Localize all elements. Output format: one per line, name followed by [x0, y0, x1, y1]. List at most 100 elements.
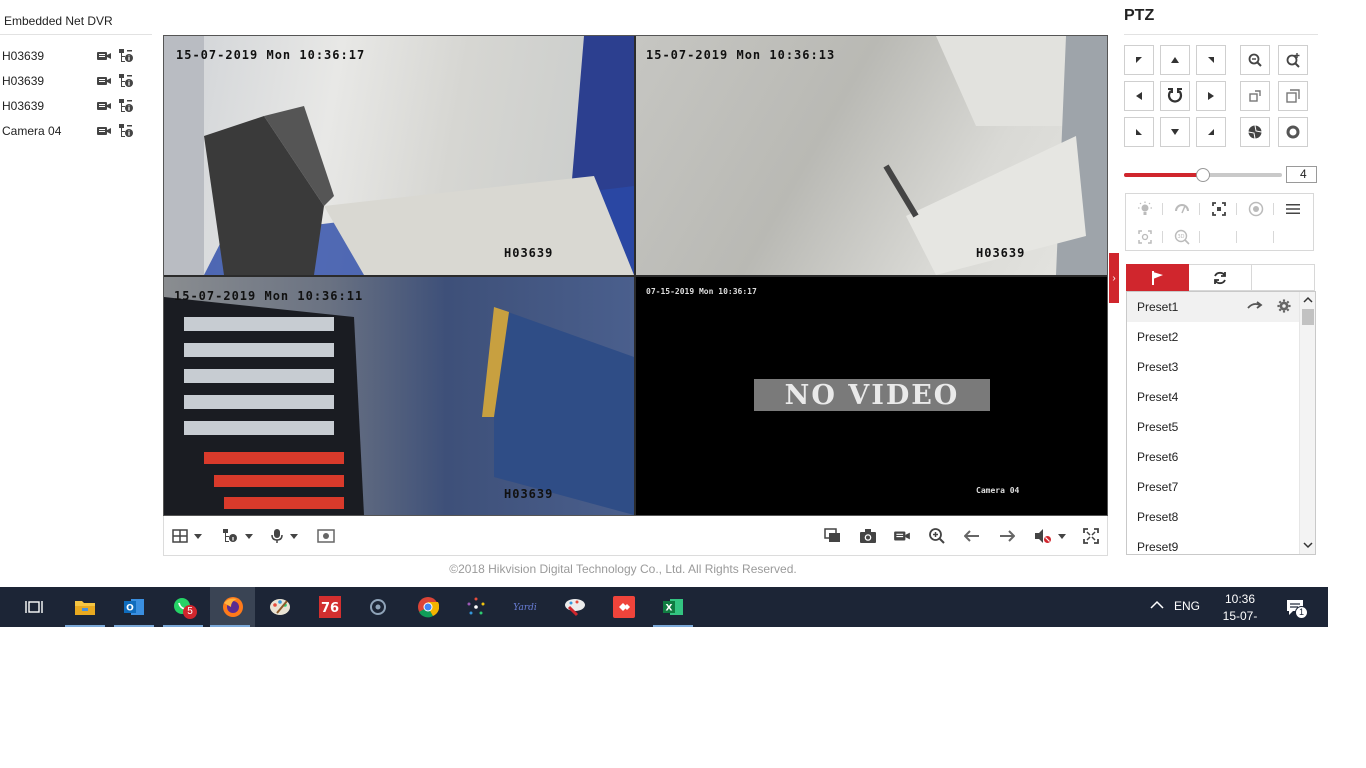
- focus-near-icon: [1249, 90, 1261, 102]
- taskbar-chrome[interactable]: [408, 587, 448, 627]
- ptz-down-left-button[interactable]: [1124, 117, 1154, 147]
- wiper-button[interactable]: [1163, 195, 1200, 223]
- taskbar-paint[interactable]: [260, 587, 300, 627]
- camera-name: H03639: [2, 73, 45, 88]
- osd-camera-name: H03639: [976, 246, 1026, 260]
- manual-tracking-button[interactable]: [1126, 223, 1163, 251]
- chevron-down-icon[interactable]: [1303, 540, 1313, 550]
- previous-page-button[interactable]: [964, 526, 980, 546]
- task-view-button[interactable]: [14, 587, 54, 627]
- digital-zoom-button[interactable]: [928, 526, 946, 546]
- call-preset-icon[interactable]: [1247, 299, 1263, 313]
- video-tile-4[interactable]: 07-15-2019 Mon 10:36:17 NO VIDEO Camera …: [636, 277, 1107, 515]
- taskbar-paint-brush-app[interactable]: [555, 587, 595, 627]
- input-language[interactable]: ENG: [1174, 599, 1200, 613]
- ptz-speed-slider[interactable]: [1124, 168, 1282, 182]
- show-hidden-icons-button[interactable]: [1150, 599, 1164, 613]
- slider-thumb[interactable]: [1196, 168, 1210, 182]
- taskbar-file-explorer[interactable]: [65, 587, 105, 627]
- ptz-down-button[interactable]: [1160, 117, 1190, 147]
- iris-open-button[interactable]: [1278, 117, 1308, 147]
- taskbar-yardi-app[interactable]: Yardi: [505, 587, 545, 627]
- tab-pattern[interactable]: [1252, 264, 1315, 291]
- ptz-up-button[interactable]: [1160, 45, 1190, 75]
- record-button[interactable]: [893, 526, 911, 546]
- tab-preset[interactable]: [1126, 264, 1189, 291]
- focus-far-button[interactable]: [1278, 81, 1308, 111]
- taskbar-anydesk[interactable]: [604, 587, 644, 627]
- osd-timestamp: 15-07-2019 Mon 10:36:13: [646, 48, 836, 62]
- preset-item[interactable]: Preset3: [1127, 352, 1299, 382]
- ptz-left-button[interactable]: [1124, 81, 1154, 111]
- action-center-button[interactable]: 1: [1285, 597, 1308, 622]
- preset-item[interactable]: Preset2: [1127, 322, 1299, 352]
- ptz-right-button[interactable]: [1196, 81, 1226, 111]
- gear-icon[interactable]: [1277, 299, 1291, 313]
- arrow-right-icon: [1208, 92, 1214, 100]
- preset-item[interactable]: Preset6: [1127, 442, 1299, 472]
- camera-feed-image: [164, 297, 634, 515]
- ptz-auto-button[interactable]: [1160, 81, 1190, 111]
- stream-settings-icon[interactable]: [118, 48, 134, 64]
- record-icon[interactable]: [96, 98, 112, 114]
- camera-item[interactable]: Camera 04: [0, 118, 152, 143]
- panel-collapse-handle[interactable]: ›: [1109, 253, 1119, 303]
- volume-button[interactable]: [1034, 526, 1066, 546]
- preset-item[interactable]: Preset7: [1127, 472, 1299, 502]
- preset-item[interactable]: Preset4: [1127, 382, 1299, 412]
- clock[interactable]: 10:36 15-07-2019: [1211, 591, 1269, 642]
- ptz-up-left-button[interactable]: [1124, 45, 1154, 75]
- eptz-button[interactable]: [317, 526, 335, 546]
- camera-item[interactable]: H03639: [0, 43, 152, 68]
- zoom-out-button[interactable]: [1240, 45, 1270, 75]
- menu-button[interactable]: [1274, 195, 1311, 223]
- auxiliary-focus-button[interactable]: [1200, 195, 1237, 223]
- taskbar-app-76[interactable]: 76: [310, 587, 350, 627]
- taskbar-outlook[interactable]: O: [114, 587, 154, 627]
- video-tile-3[interactable]: 15-07-2019 Mon 10:36:11 H03639: [164, 277, 634, 515]
- stop-all-preview-button[interactable]: [824, 526, 842, 546]
- preset-item[interactable]: Preset1: [1127, 292, 1299, 322]
- taskbar-network-app[interactable]: [358, 587, 398, 627]
- record-icon[interactable]: [96, 48, 112, 64]
- scrollbar-thumb[interactable]: [1302, 309, 1314, 325]
- ptz-down-right-button[interactable]: [1196, 117, 1226, 147]
- stream-button[interactable]: [221, 526, 253, 546]
- stream-settings-icon[interactable]: [118, 73, 134, 89]
- fullscreen-button[interactable]: [1083, 526, 1099, 546]
- taskbar-sparkle-app[interactable]: [456, 587, 496, 627]
- taskbar-excel[interactable]: X: [653, 587, 693, 627]
- chevron-up-icon[interactable]: [1303, 295, 1313, 305]
- camera-item[interactable]: H03639: [0, 68, 152, 93]
- zoom-in-button[interactable]: [1278, 45, 1308, 75]
- preset-scrollbar[interactable]: [1299, 292, 1315, 554]
- audio-button[interactable]: [270, 526, 298, 546]
- video-tile-2[interactable]: 15-07-2019 Mon 10:36:13 H03639: [636, 36, 1107, 275]
- stream-settings-icon[interactable]: [118, 123, 134, 139]
- tab-patrol[interactable]: [1189, 264, 1252, 291]
- camera-name: Camera 04: [2, 123, 62, 138]
- ptz-speed-value[interactable]: 4: [1286, 166, 1317, 183]
- osd-camera-name: H03639: [504, 246, 554, 260]
- capture-button[interactable]: [859, 526, 877, 546]
- next-page-button[interactable]: [999, 526, 1015, 546]
- camera-item[interactable]: H03639: [0, 93, 152, 118]
- focus-near-button[interactable]: [1240, 81, 1270, 111]
- stream-settings-icon: [223, 529, 237, 542]
- ptz-up-right-button[interactable]: [1196, 45, 1226, 75]
- light-button[interactable]: [1126, 195, 1163, 223]
- preset-item[interactable]: Preset5: [1127, 412, 1299, 442]
- chrome-icon: [418, 597, 439, 618]
- taskbar-whatsapp[interactable]: 5: [163, 587, 203, 627]
- 3d-zoom-button[interactable]: 3D: [1163, 223, 1200, 251]
- lens-init-button[interactable]: [1237, 195, 1274, 223]
- taskbar-firefox[interactable]: [210, 587, 255, 627]
- preset-item[interactable]: Preset9: [1127, 532, 1299, 554]
- record-icon[interactable]: [96, 73, 112, 89]
- video-tile-1[interactable]: 15-07-2019 Mon 10:36:17 H03639: [164, 36, 634, 275]
- record-icon[interactable]: [96, 123, 112, 139]
- layout-button[interactable]: [172, 526, 202, 546]
- preset-item[interactable]: Preset8: [1127, 502, 1299, 532]
- stream-settings-icon[interactable]: [118, 98, 134, 114]
- iris-close-button[interactable]: [1240, 117, 1270, 147]
